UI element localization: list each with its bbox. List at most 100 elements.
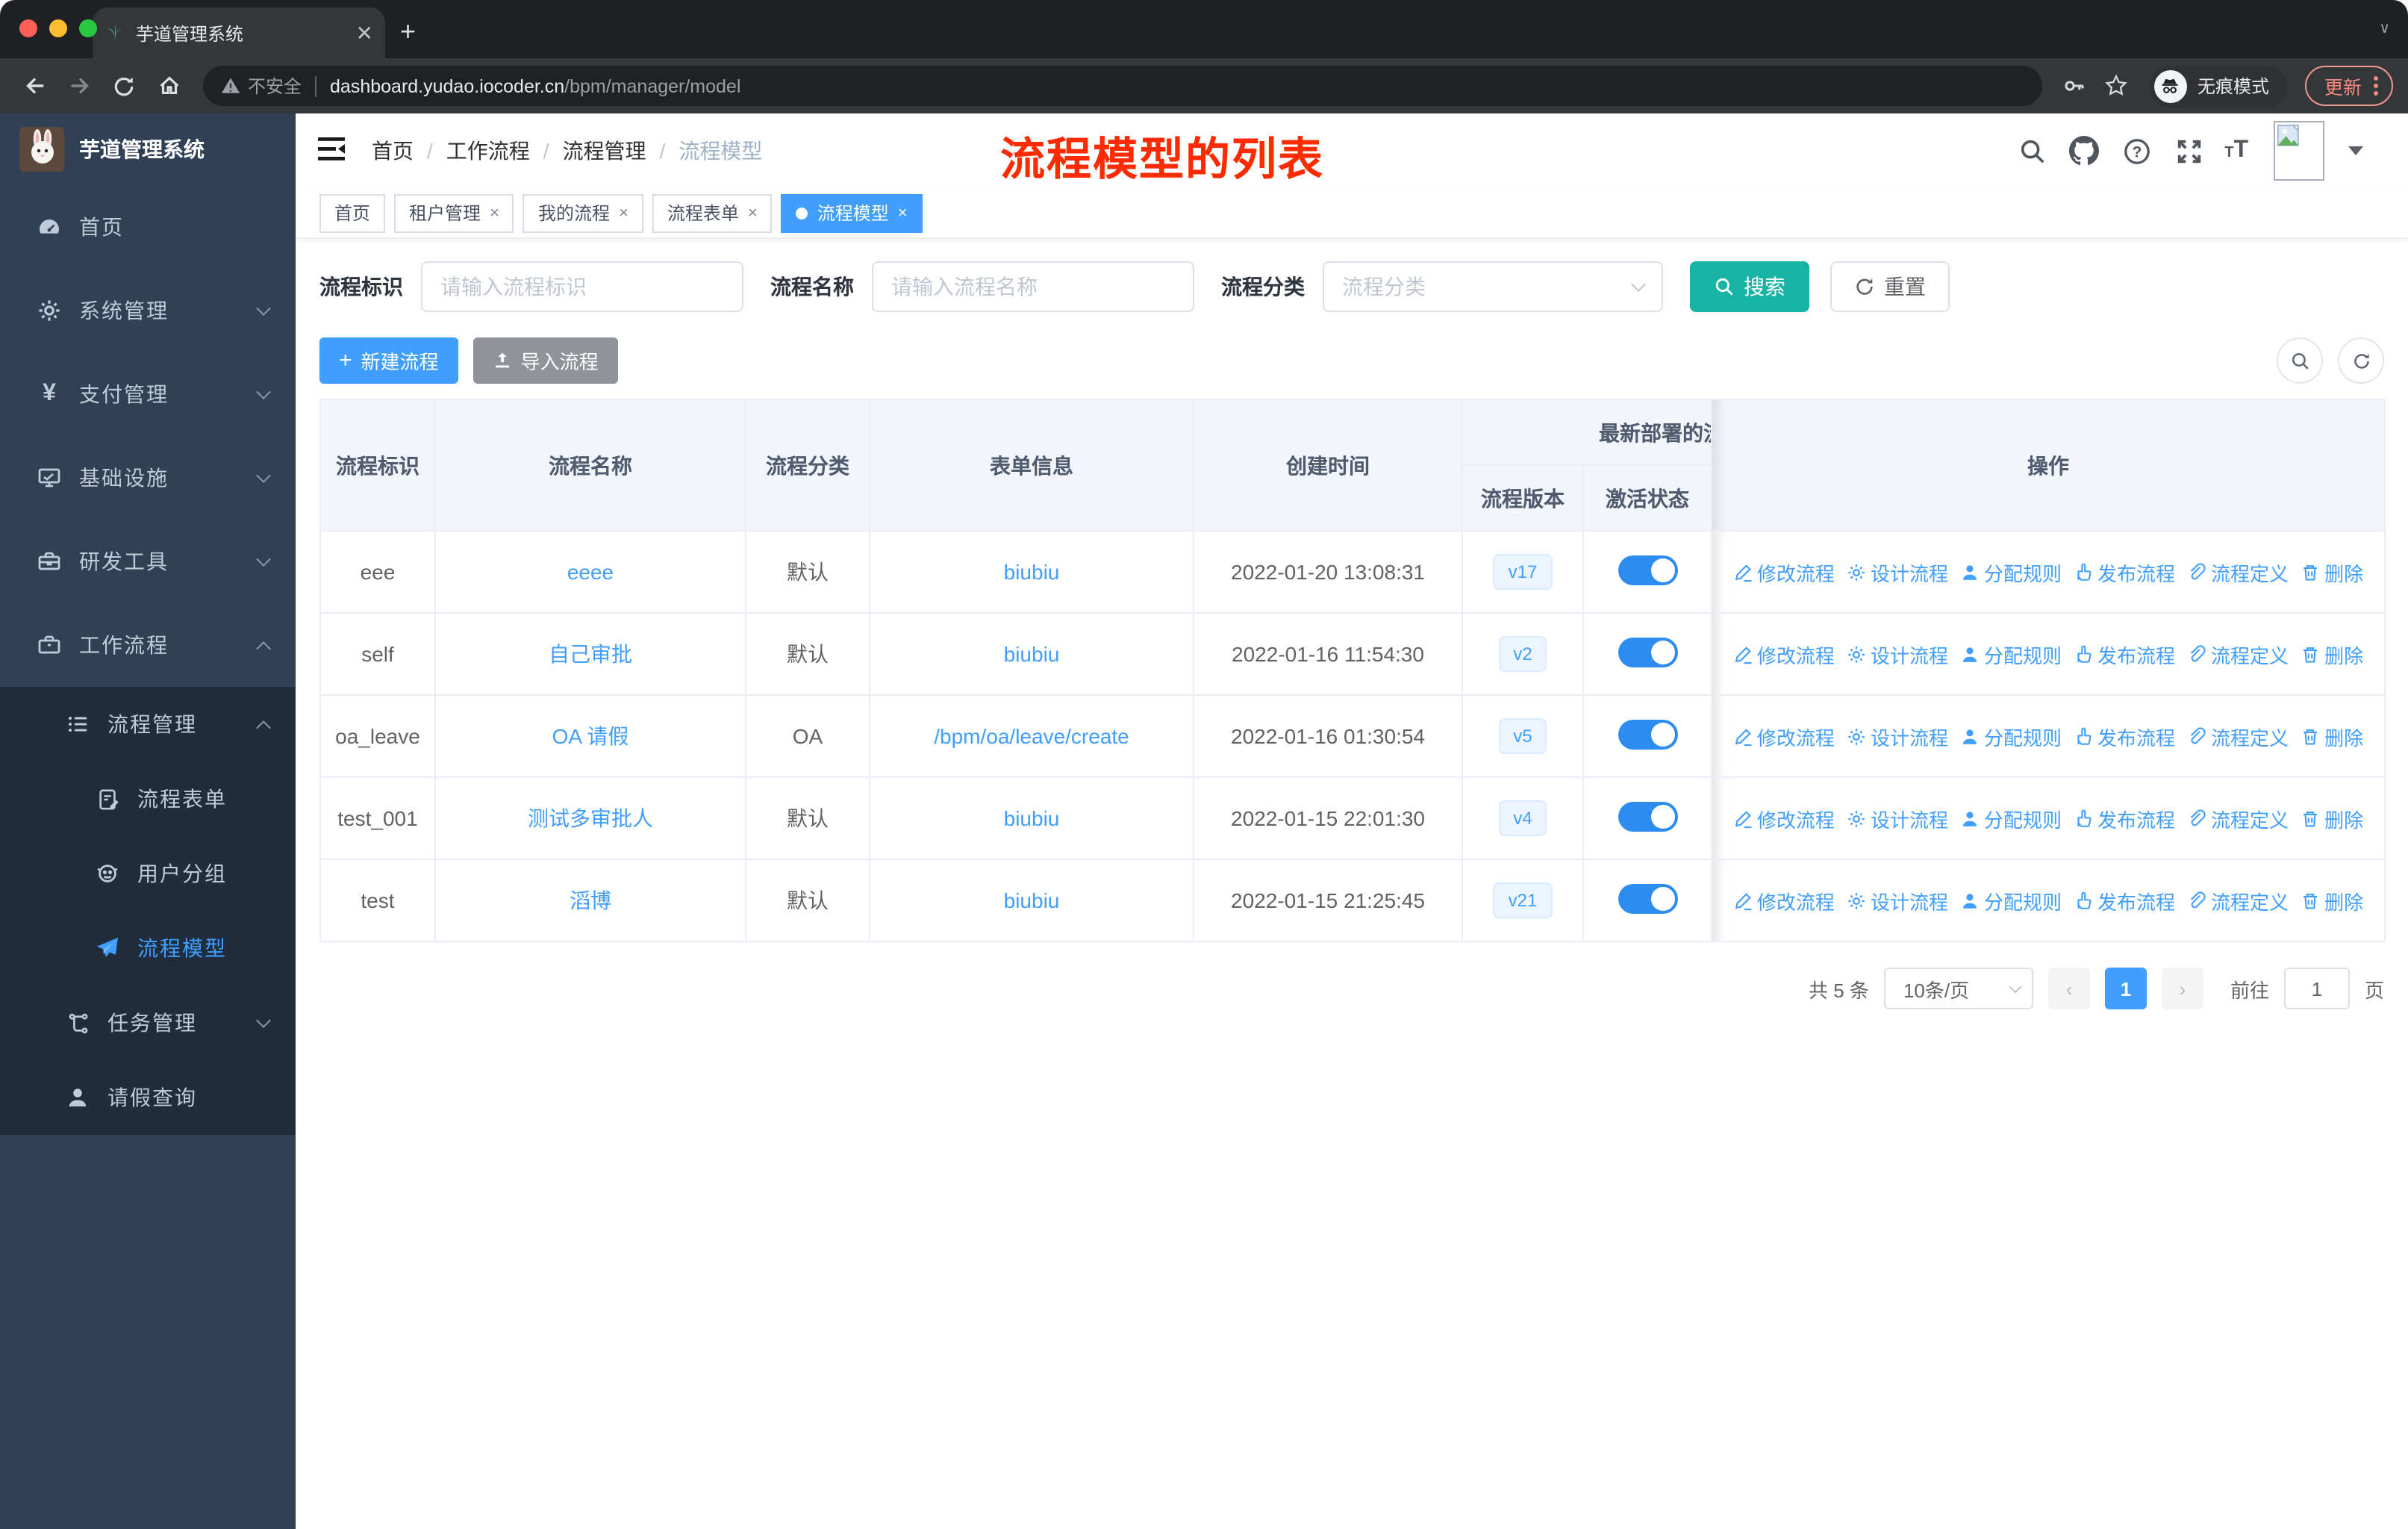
form-link[interactable]: /bpm/oa/leave/create — [934, 724, 1129, 748]
action-assign-link[interactable]: 分配规则 — [1960, 886, 2062, 915]
window-controls[interactable] — [19, 19, 97, 37]
github-icon[interactable] — [2068, 134, 2100, 167]
avatar[interactable] — [2274, 121, 2324, 181]
reset-button[interactable]: 重置 — [1830, 261, 1950, 312]
tag-view-item[interactable]: 租户管理 × — [394, 193, 514, 232]
sidebar-item-infrastructure[interactable]: 基础设施 — [0, 436, 296, 520]
action-assign-link[interactable]: 分配规则 — [1960, 558, 2062, 586]
avatar-caret-icon[interactable] — [2348, 146, 2363, 155]
action-delete-link[interactable]: 删除 — [2301, 640, 2363, 668]
back-button[interactable] — [15, 66, 54, 105]
action-edit-link[interactable]: 修改流程 — [1733, 640, 1835, 668]
forward-button[interactable] — [60, 66, 99, 105]
action-design-link[interactable]: 设计流程 — [1847, 722, 1948, 750]
breadcrumb-process-management[interactable]: 流程管理 — [563, 136, 646, 166]
close-window-button[interactable] — [19, 19, 37, 37]
action-definition-link[interactable]: 流程定义 — [2187, 804, 2289, 832]
tag-close-icon[interactable]: × — [619, 204, 628, 222]
active-toggle[interactable] — [1618, 801, 1677, 831]
help-icon[interactable]: ? — [2120, 134, 2153, 167]
action-definition-link[interactable]: 流程定义 — [2187, 640, 2289, 668]
breadcrumb-workflow[interactable]: 工作流程 — [446, 136, 530, 166]
action-delete-link[interactable]: 删除 — [2301, 886, 2363, 915]
active-toggle[interactable] — [1618, 719, 1677, 749]
search-button[interactable]: 搜索 — [1690, 261, 1809, 312]
sidebar-item-task-management[interactable]: 任务管理 — [0, 985, 296, 1060]
header-search-icon[interactable] — [2015, 134, 2048, 167]
action-delete-link[interactable]: 删除 — [2301, 804, 2363, 832]
address-bar[interactable]: 不安全 dashboard.yudao.iocoder.cn /bpm/mana… — [203, 66, 2042, 106]
minimize-window-button[interactable] — [49, 19, 67, 37]
form-link[interactable]: biubiu — [1004, 806, 1060, 830]
action-design-link[interactable]: 设计流程 — [1847, 804, 1948, 832]
tag-close-icon[interactable]: × — [898, 204, 908, 222]
sidebar-item-user-group[interactable]: 用户分组 — [0, 836, 296, 911]
current-page[interactable]: 1 — [2104, 968, 2147, 1009]
action-edit-link[interactable]: 修改流程 — [1733, 886, 1835, 915]
process-key-input[interactable] — [421, 261, 743, 312]
action-definition-link[interactable]: 流程定义 — [2187, 722, 2289, 750]
bookmark-star-icon[interactable] — [2099, 68, 2135, 104]
security-warning[interactable]: 不安全 — [221, 73, 302, 99]
tag-view-item[interactable]: 我的流程 × — [523, 193, 643, 232]
sidebar-item-payment[interactable]: ¥ 支付管理 — [0, 352, 296, 436]
browser-menu-icon[interactable] — [2374, 76, 2378, 96]
action-publish-link[interactable]: 发布流程 — [2074, 722, 2175, 750]
sidebar-item-home[interactable]: 首页 — [0, 185, 296, 269]
sidebar-item-system[interactable]: 系统管理 — [0, 269, 296, 352]
form-link[interactable]: biubiu — [1004, 642, 1060, 666]
action-publish-link[interactable]: 发布流程 — [2074, 804, 2175, 832]
active-toggle[interactable] — [1618, 637, 1677, 667]
browser-tab[interactable]: 芋道管理系统 ✕ — [93, 7, 385, 58]
sidebar-item-devtools[interactable]: 研发工具 — [0, 520, 296, 603]
app-logo[interactable]: 芋道管理系统 — [0, 113, 296, 185]
action-edit-link[interactable]: 修改流程 — [1733, 558, 1835, 586]
next-page-button[interactable]: › — [2161, 968, 2203, 1009]
action-definition-link[interactable]: 流程定义 — [2187, 886, 2289, 915]
refresh-table-button[interactable] — [2338, 337, 2384, 384]
action-definition-link[interactable]: 流程定义 — [2187, 558, 2289, 586]
import-process-button[interactable]: 导入流程 — [472, 337, 618, 384]
action-delete-link[interactable]: 删除 — [2301, 558, 2363, 586]
sidebar-item-leave-query[interactable]: 请假查询 — [0, 1060, 296, 1135]
process-name-link[interactable]: 测试多审批人 — [528, 806, 653, 830]
sidebar-item-process-model[interactable]: 流程模型 — [0, 911, 296, 985]
action-assign-link[interactable]: 分配规则 — [1960, 804, 2062, 832]
prev-page-button[interactable]: ‹ — [2047, 968, 2090, 1009]
tag-close-icon[interactable]: × — [490, 204, 499, 222]
fullscreen-icon[interactable] — [2172, 134, 2205, 167]
action-publish-link[interactable]: 发布流程 — [2074, 640, 2175, 668]
create-process-button[interactable]: + 新建流程 — [319, 337, 458, 384]
action-edit-link[interactable]: 修改流程 — [1733, 804, 1835, 832]
category-select[interactable]: 流程分类 — [1323, 261, 1663, 312]
collapse-sidebar-icon[interactable] — [318, 135, 348, 166]
action-design-link[interactable]: 设计流程 — [1847, 886, 1948, 915]
browser-update-button[interactable]: 更新 — [2304, 66, 2393, 106]
page-size-select[interactable]: 10条/页 — [1883, 968, 2033, 1009]
tag-view-item[interactable]: 首页 — [319, 193, 386, 232]
sidebar-item-process-form[interactable]: 流程表单 — [0, 762, 296, 836]
font-size-icon[interactable]: TT — [2224, 137, 2248, 164]
tag-view-item[interactable]: 流程模型 × — [781, 193, 923, 232]
new-tab-button[interactable]: + — [400, 16, 416, 48]
active-toggle[interactable] — [1618, 883, 1677, 913]
action-assign-link[interactable]: 分配规则 — [1960, 722, 2062, 750]
action-design-link[interactable]: 设计流程 — [1847, 558, 1948, 586]
tag-view-item[interactable]: 流程表单 × — [652, 193, 773, 232]
active-toggle[interactable] — [1618, 555, 1677, 585]
form-link[interactable]: biubiu — [1004, 560, 1060, 584]
toggle-search-button[interactable] — [2277, 337, 2323, 384]
process-name-link[interactable]: OA 请假 — [552, 724, 629, 748]
tab-search-caret-icon[interactable]: ∨ — [2379, 21, 2390, 37]
breadcrumb-home[interactable]: 首页 — [372, 136, 414, 166]
tab-close-icon[interactable]: ✕ — [356, 22, 373, 43]
passwords-key-icon[interactable] — [2057, 68, 2093, 104]
sidebar-item-workflow[interactable]: 工作流程 — [0, 603, 296, 687]
home-button[interactable] — [149, 66, 188, 105]
sidebar-item-process-management[interactable]: 流程管理 — [0, 687, 296, 762]
process-name-link[interactable]: eeee — [567, 560, 614, 584]
maximize-window-button[interactable] — [79, 19, 97, 37]
form-link[interactable]: biubiu — [1004, 888, 1060, 912]
action-delete-link[interactable]: 删除 — [2301, 722, 2363, 750]
action-design-link[interactable]: 设计流程 — [1847, 640, 1948, 668]
